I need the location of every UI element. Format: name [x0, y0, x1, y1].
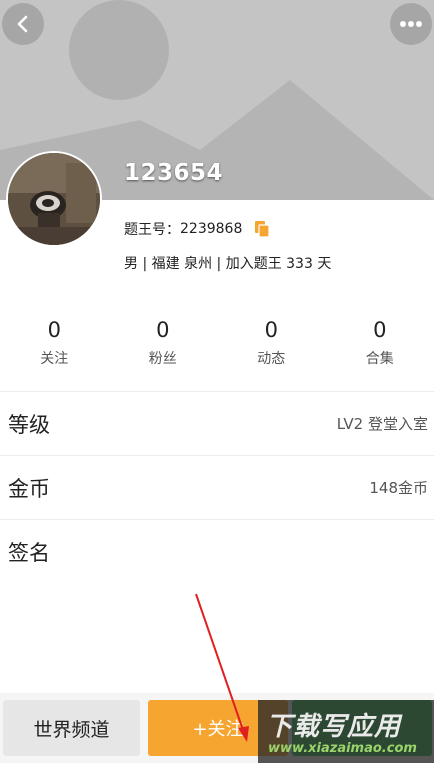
separator-1: |	[142, 256, 148, 272]
coins-title: 金币	[8, 476, 50, 501]
back-icon	[17, 15, 28, 33]
avatar-image	[8, 153, 100, 245]
copy-icon[interactable]	[254, 220, 270, 238]
stat-value: 0	[156, 318, 170, 342]
watermark-url: www.xiazaimao.com	[268, 741, 417, 756]
stat-label: 粉丝	[148, 351, 177, 367]
id-value: 2239868	[180, 221, 243, 237]
profile-info-row: 男 | 福建 泉州 | 加入题王 333 天	[124, 253, 331, 273]
stat-collections[interactable]: 0 合集	[326, 316, 434, 368]
signature-row: 签名	[0, 519, 434, 583]
stats-bar: 0 关注 0 粉丝 0 动态 0 合集	[0, 316, 434, 368]
level-row[interactable]: 等级 LV2 登堂入室	[0, 391, 434, 455]
id-label: 题王号：	[124, 222, 180, 238]
more-icon	[400, 21, 422, 27]
gender-text: 男	[124, 256, 138, 272]
stat-value: 0	[47, 318, 61, 342]
level-title: 等级	[8, 412, 50, 437]
level-value: LV2 登堂入室	[336, 415, 428, 433]
coins-row[interactable]: 金币 148金币	[0, 455, 434, 519]
back-button[interactable]	[2, 3, 44, 45]
coins-value: 148金币	[369, 479, 428, 497]
signature-title: 签名	[8, 540, 50, 565]
stat-label: 关注	[40, 351, 69, 367]
avatar[interactable]	[6, 151, 102, 247]
stat-label: 合集	[365, 351, 394, 367]
watermark-logo: 下载写应用 www.xiazaimao.com	[258, 700, 434, 763]
joined-text: 加入题王 333 天	[225, 256, 332, 272]
stat-value: 0	[373, 318, 387, 342]
stat-label: 动态	[257, 351, 286, 367]
world-channel-button[interactable]: 世界频道	[3, 700, 140, 756]
watermark-text: 下载写应用	[266, 712, 402, 742]
stat-value: 0	[264, 318, 278, 342]
user-id-row: 题王号： 2239868	[124, 219, 270, 239]
separator-2: |	[216, 256, 222, 272]
more-button[interactable]	[390, 3, 432, 45]
stat-fans[interactable]: 0 粉丝	[109, 316, 218, 368]
location-text: 福建 泉州	[151, 256, 213, 272]
username: 123654	[124, 160, 224, 186]
stat-posts[interactable]: 0 动态	[217, 316, 326, 368]
stat-following[interactable]: 0 关注	[0, 316, 109, 368]
